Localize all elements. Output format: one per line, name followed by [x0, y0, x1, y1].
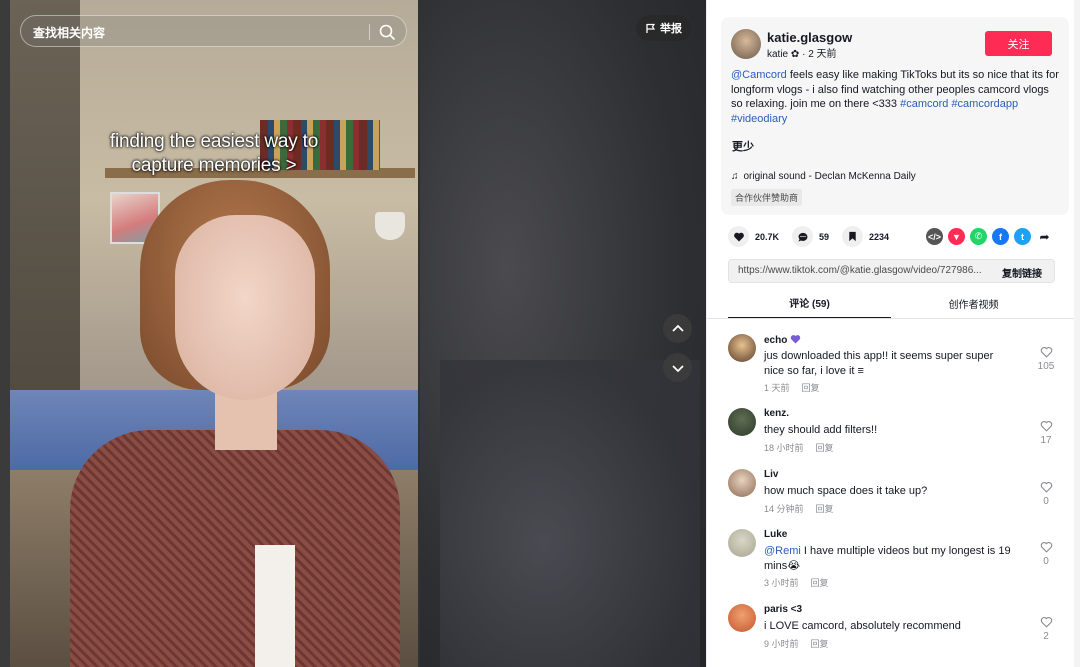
mention-link[interactable]: @Camcord [731, 69, 787, 81]
comment-text: @Remi I have multiple videos but my long… [764, 545, 1011, 572]
flower-icon: ✿ [790, 49, 800, 60]
heart-badge-icon [790, 335, 801, 344]
music-link[interactable]: ♫ original sound - Declan McKenna Daily [731, 171, 916, 182]
commenter-avatar[interactable] [728, 529, 756, 557]
comment-like-button[interactable]: 105 [1034, 346, 1058, 372]
details-panel: katie.glasgow katie ✿ · 2 天前 关注 @Camcord… [706, 0, 1080, 667]
heart-icon [733, 232, 744, 241]
send-icon[interactable]: ▼ [948, 228, 965, 245]
comment-text: i LOVE camcord, absolutely recommend [764, 620, 961, 632]
hashtag-link[interactable]: #camcordapp [951, 98, 1018, 110]
partner-sponsor-badge: 合作伙伴赞助商 [731, 189, 803, 206]
show-less-button[interactable]: 更少 [732, 138, 754, 154]
embed-icon[interactable]: </> [926, 228, 943, 245]
reply-button[interactable]: 回复 [802, 383, 820, 393]
reply-button[interactable]: 回复 [811, 578, 829, 588]
comment-like-button[interactable]: 2 [1034, 616, 1058, 642]
share-arrow-icon[interactable]: ➦ [1036, 228, 1053, 245]
comment-button[interactable]: 59 [792, 226, 829, 247]
comment-like-button[interactable]: 0 [1034, 541, 1058, 567]
copy-link-button[interactable]: 复制链接 [1002, 265, 1042, 280]
video-description: @Camcord feels easy like making TikToks … [731, 69, 1059, 125]
video-link-box: https://www.tiktok.com/@katie.glasgow/vi… [728, 259, 1055, 283]
previous-video-button[interactable] [663, 314, 692, 343]
comment-meta: 3 小时前 回复 [764, 578, 829, 588]
tab-creator-videos[interactable]: 创作者视频 [892, 288, 1055, 318]
comment-text: how much space does it take up? [764, 485, 928, 497]
page: finding the easiest way to capture memor… [0, 0, 1080, 667]
commenter-avatar[interactable] [728, 334, 756, 362]
whatsapp-icon[interactable]: ✆ [970, 228, 987, 245]
reply-button[interactable]: 回复 [811, 639, 829, 649]
chevron-up-icon [671, 324, 684, 332]
comment-meta: 18 小时前 回复 [764, 443, 834, 453]
video-area[interactable]: finding the easiest way to capture memor… [0, 0, 706, 667]
music-note-icon: ♫ [731, 171, 739, 182]
comment-like-button[interactable]: 17 [1034, 420, 1058, 446]
commenter-name[interactable]: Liv [764, 469, 778, 480]
video-url: https://www.tiktok.com/@katie.glasgow/vi… [738, 265, 982, 276]
heart-outline-icon [1040, 346, 1052, 358]
chevron-down-icon [671, 364, 684, 372]
video-caption: finding the easiest way to capture memor… [109, 131, 319, 176]
commenter-avatar[interactable] [728, 604, 756, 632]
report-button[interactable]: 举报 [636, 15, 691, 41]
flag-icon [646, 23, 656, 33]
comment-text: jus downloaded this app!! it seems super… [764, 350, 994, 377]
commenter-avatar[interactable] [728, 469, 756, 497]
heart-outline-icon [1040, 420, 1052, 432]
person-face [175, 215, 315, 400]
bookmark-icon [849, 231, 856, 242]
tab-comments[interactable]: 评论 (59) [728, 288, 891, 318]
mention-link[interactable]: @Remi [764, 545, 801, 557]
hashtag-link[interactable]: #camcord [900, 98, 948, 110]
author-avatar[interactable] [731, 29, 761, 59]
hashtag-link[interactable]: #videodiary [731, 113, 787, 125]
video-info-card: katie.glasgow katie ✿ · 2 天前 关注 @Camcord… [721, 17, 1069, 215]
author-username[interactable]: katie.glasgow [767, 30, 852, 45]
heart-outline-icon [1040, 616, 1052, 628]
tab-bar: 评论 (59) 创作者视频 [728, 288, 1055, 318]
reply-button[interactable]: 回复 [816, 443, 834, 453]
comment-meta: 1 天前 回复 [764, 383, 820, 393]
action-row: 20.7K 59 2234 </> ▼ ✆ f t ➦ [728, 226, 1068, 248]
commenter-name[interactable]: kenz. [764, 408, 789, 419]
commenter-name: echo [764, 335, 788, 346]
save-button[interactable]: 2234 [842, 226, 889, 247]
commenter-avatar[interactable] [728, 408, 756, 436]
search-placeholder: 查找相关内容 [33, 26, 106, 40]
scrollbar[interactable] [1074, 0, 1080, 667]
author-subline: katie ✿ · 2 天前 [767, 49, 837, 60]
follow-button[interactable]: 关注 [985, 31, 1052, 56]
search-icon[interactable] [378, 23, 396, 41]
comment-icon [798, 232, 807, 241]
comment-meta: 14 分钟前 回复 [764, 504, 834, 514]
comment-text: they should add filters!! [764, 424, 878, 436]
facebook-icon[interactable]: f [992, 228, 1009, 245]
like-button[interactable]: 20.7K [728, 226, 779, 247]
comment-like-button[interactable]: 0 [1034, 481, 1058, 507]
next-video-button[interactable] [663, 353, 692, 382]
search-input[interactable]: 查找相关内容 [20, 15, 407, 47]
twitter-icon[interactable]: t [1014, 228, 1031, 245]
video-player[interactable] [10, 0, 418, 667]
commenter-name[interactable]: Luke [764, 529, 787, 540]
reply-button[interactable]: 回复 [816, 504, 834, 514]
heart-outline-icon [1040, 481, 1052, 493]
heart-outline-icon [1040, 541, 1052, 553]
comment-meta: 9 小时前 回复 [764, 639, 829, 649]
commenter-name[interactable]: paris <3 [764, 604, 802, 615]
